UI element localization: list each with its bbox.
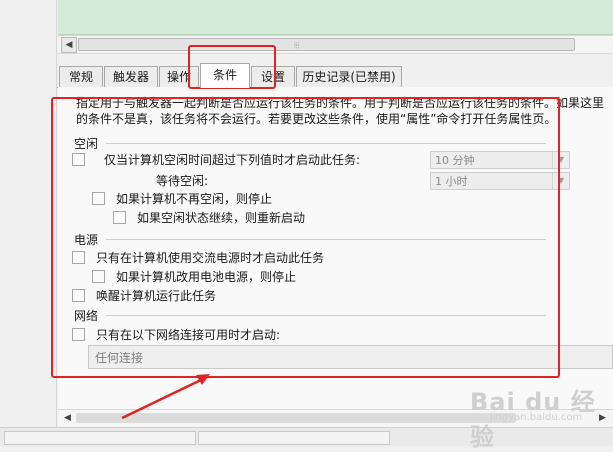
status-segment [198, 431, 390, 445]
scroll-left-icon[interactable]: ◀ [61, 412, 74, 425]
annotation-arrow [121, 374, 210, 420]
tab-general[interactable]: 常规 [59, 66, 103, 87]
tab-triggers[interactable]: 触发器 [104, 66, 158, 87]
annotation-panel-highlight [51, 97, 560, 378]
scroll-left-icon[interactable]: ◀ [61, 37, 77, 53]
tab-conditions[interactable]: 条件 [200, 63, 250, 88]
watermark-url: jingyan.baidu.com [490, 412, 583, 423]
scroll-thumb[interactable]: ⦙⦙⦙ [78, 38, 575, 51]
task-list-pane [58, 0, 613, 35]
tab-history[interactable]: 历史记录(已禁用) [296, 66, 402, 87]
top-horizontal-scrollbar[interactable]: ◀ ⦙⦙⦙ [58, 35, 613, 54]
tab-strip: 常规 触发器 操作 条件 设置 历史记录(已禁用) [57, 63, 613, 88]
grip-icon: ⦙⦙⦙ [294, 41, 300, 50]
status-segment [4, 431, 196, 445]
